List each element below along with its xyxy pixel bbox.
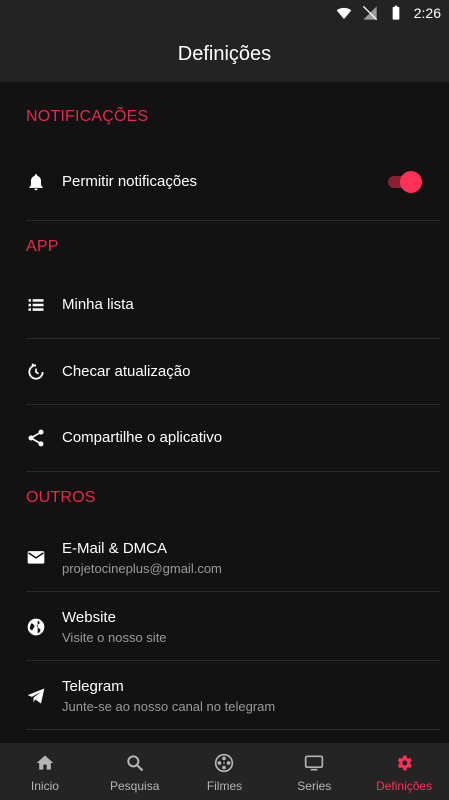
setting-website[interactable]: Website Visite o nosso site (0, 592, 449, 660)
home-icon (36, 755, 54, 770)
list-icon (28, 299, 44, 311)
setting-check-update[interactable]: Checar atualização (0, 339, 449, 405)
setting-my-list[interactable]: Minha lista (0, 272, 449, 338)
globe-icon (27, 618, 45, 636)
setting-label: Website (62, 609, 116, 626)
setting-label: Checar atualização (62, 363, 191, 380)
setting-sublabel: Visite o nosso site (62, 630, 167, 645)
nav-label: Series (297, 779, 332, 793)
setting-email-dmca[interactable]: E-Mail & DMCA projetocineplus@gmail.com (0, 522, 449, 590)
nav-item-series[interactable]: Series (269, 743, 359, 800)
setting-label: Permitir notificações (62, 173, 198, 190)
nav-label: Inicio (30, 779, 59, 793)
setting-label: Compartilhe o aplicativo (62, 429, 223, 446)
telegram-icon (27, 688, 45, 704)
search-icon (127, 755, 143, 772)
section-header-app: APP (26, 238, 59, 255)
settings-list: NOTIFICAÇÕES Permitir notificações APP M… (0, 82, 449, 743)
tv-icon (305, 755, 324, 771)
bell-icon (29, 174, 43, 191)
divider (26, 220, 440, 221)
notifications-toggle[interactable] (388, 170, 422, 193)
setting-label: Telegram (62, 678, 124, 695)
film-reel-icon (215, 753, 234, 773)
setting-label: E-Mail & DMCA (62, 540, 168, 557)
nav-item-movies[interactable]: Filmes (180, 743, 270, 800)
nav-item-search[interactable]: Pesquisa (90, 743, 180, 800)
app-bar: Definições (0, 26, 449, 82)
no-signal-icon (362, 5, 377, 21)
setting-telegram[interactable]: Telegram Junte-se ao nosso canal no tele… (0, 661, 449, 729)
nav-item-home[interactable]: Inicio (0, 743, 90, 800)
status-time: 2:26 (413, 5, 441, 21)
setting-sublabel: Junte-se ao nosso canal no telegram (62, 699, 276, 714)
section-header-notifications: NOTIFICAÇÕES (26, 108, 149, 125)
nav-label: Definições (376, 779, 433, 793)
bottom-navigation: Inicio Pesquisa Filmes Series Definições (0, 743, 449, 800)
update-icon (28, 363, 44, 380)
mail-icon (27, 551, 45, 564)
setting-share-app[interactable]: Compartilhe o aplicativo (0, 405, 449, 471)
share-icon (28, 429, 44, 447)
nav-item-settings[interactable]: Definições (359, 743, 449, 800)
nav-label: Filmes (206, 779, 243, 793)
gear-icon (397, 755, 412, 771)
wifi-icon (336, 7, 352, 19)
page-title: Definições (177, 42, 272, 65)
nav-label: Pesquisa (110, 779, 160, 793)
setting-sublabel: projetocineplus@gmail.com (62, 561, 222, 576)
status-bar: 2:26 (0, 0, 449, 26)
setting-allow-notifications[interactable]: Permitir notificações (0, 146, 449, 218)
section-header-others: OUTROS (26, 489, 96, 506)
battery-icon (392, 5, 400, 20)
setting-label: Minha lista (62, 296, 134, 313)
divider (26, 729, 440, 730)
toggle-thumb (400, 171, 422, 193)
divider (26, 471, 440, 472)
